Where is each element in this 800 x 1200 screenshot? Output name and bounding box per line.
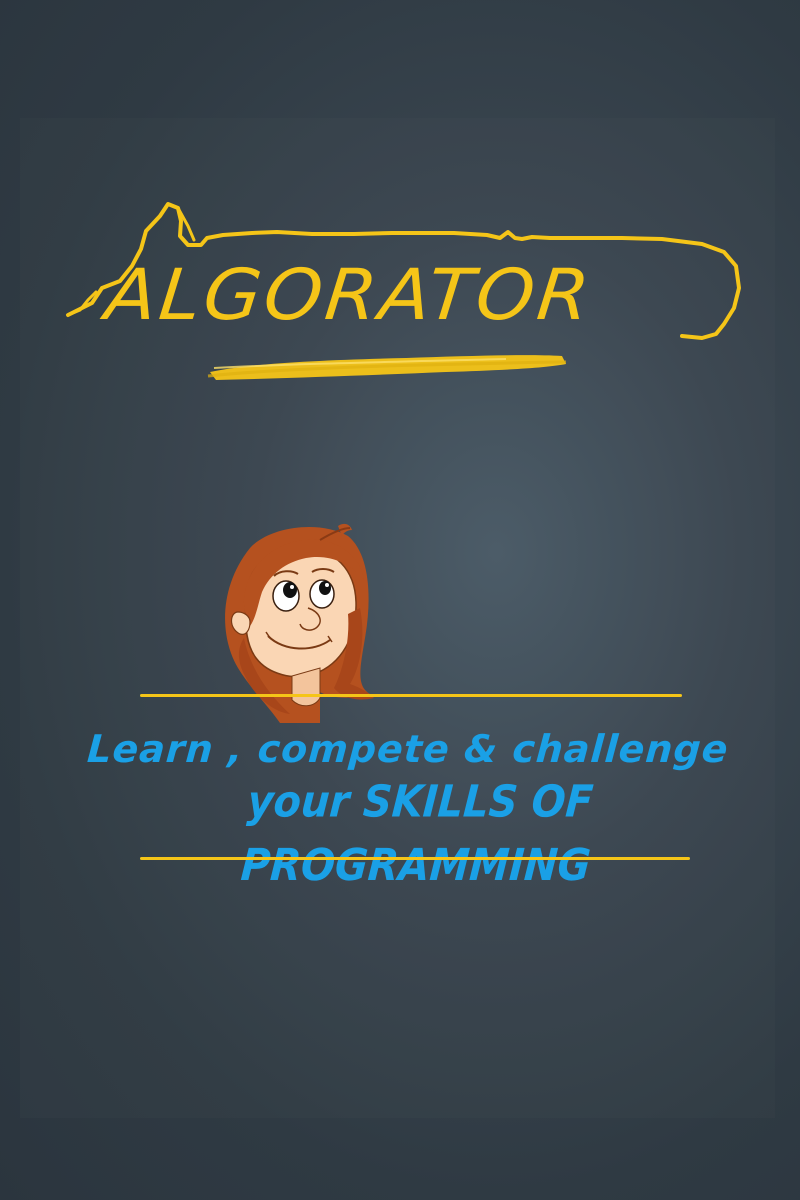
tagline-line-1: Learn , compete & challenge	[85, 727, 731, 771]
tagline-top-rule	[140, 694, 682, 697]
logo-text: ALGORATOR	[101, 254, 597, 336]
tagline-bottom-rule	[140, 857, 690, 860]
logo-brush-underline	[207, 355, 567, 380]
girl-mascot-icon	[225, 523, 374, 723]
tagline: Learn , compete & challenge your SKILLS …	[78, 722, 738, 892]
tagline-line-2: your SKILLS OF PROGRAMMING	[239, 776, 595, 892]
